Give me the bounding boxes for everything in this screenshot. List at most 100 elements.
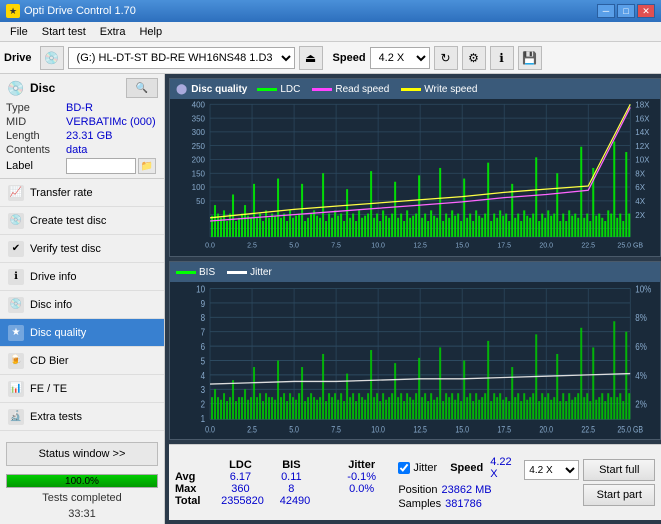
nav-extra-tests[interactable]: 🔬 Extra tests <box>0 403 164 431</box>
svg-text:7: 7 <box>201 327 205 338</box>
svg-text:2.5: 2.5 <box>247 425 257 435</box>
window-controls: ─ □ ✕ <box>597 4 655 18</box>
svg-text:10%: 10% <box>635 283 651 294</box>
svg-text:6: 6 <box>201 341 205 352</box>
svg-text:18X: 18X <box>635 100 650 109</box>
disc-type-row: Type BD-R <box>6 102 158 114</box>
jitter-checkbox[interactable] <box>398 462 410 474</box>
settings-button[interactable]: ⚙ <box>462 46 486 70</box>
svg-text:100: 100 <box>192 183 206 192</box>
svg-text:1: 1 <box>201 413 205 424</box>
svg-text:2.5: 2.5 <box>247 240 257 249</box>
position-value: 23862 MB <box>441 484 491 496</box>
app-title: Opti Drive Control 1.70 <box>24 5 136 17</box>
total-ldc: 2355820 <box>215 495 270 507</box>
nav-label-drive-info: Drive info <box>30 271 76 283</box>
create-test-disc-icon: 💿 <box>8 213 24 229</box>
menu-extra[interactable]: Extra <box>94 24 132 40</box>
nav-fe-te[interactable]: 📊 FE / TE <box>0 375 164 403</box>
label-input[interactable] <box>66 158 136 174</box>
svg-text:25.0 GB: 25.0 GB <box>617 240 643 249</box>
time-display: 33:31 <box>0 508 164 520</box>
nav-disc-quality[interactable]: ★ Disc quality <box>0 319 164 347</box>
menu-help[interactable]: Help <box>133 24 168 40</box>
disc-scan-icon[interactable]: 🔍 <box>126 78 158 98</box>
minimize-button[interactable]: ─ <box>597 4 615 18</box>
svg-text:8X: 8X <box>635 169 645 178</box>
app-icon: ★ <box>6 4 20 18</box>
fe-te-icon: 📊 <box>8 381 24 397</box>
buttons-section: 4.2 X Start full Start part <box>524 459 655 506</box>
refresh-button[interactable]: ↻ <box>434 46 458 70</box>
nav-verify-test-disc[interactable]: ✔ Verify test disc <box>0 235 164 263</box>
nav-label-fe-te: FE / TE <box>30 383 67 395</box>
svg-text:0.0: 0.0 <box>205 240 215 249</box>
samples-label: Samples <box>398 498 441 510</box>
svg-text:350: 350 <box>192 114 206 123</box>
eject-button[interactable]: ⏏ <box>299 46 323 70</box>
drive-icon-btn[interactable]: 💿 <box>40 46 64 70</box>
disc-contents-row: Contents data <box>6 144 158 156</box>
nav-transfer-rate[interactable]: 📈 Transfer rate <box>0 179 164 207</box>
mid-value: VERBATIMc (000) <box>66 116 158 128</box>
svg-text:10: 10 <box>196 283 205 294</box>
top-chart-body: 400 350 300 250 200 150 100 50 18X 16X 1… <box>170 99 660 256</box>
label-browse-button[interactable]: 📁 <box>138 158 156 174</box>
nav-cd-bier[interactable]: 🍺 CD Bier <box>0 347 164 375</box>
status-window-button[interactable]: Status window >> <box>6 442 158 466</box>
maximize-button[interactable]: □ <box>617 4 635 18</box>
label-field-label: Label <box>6 160 66 172</box>
disc-section: 💿 Disc 🔍 Type BD-R MID VERBATIMc (000) L… <box>0 74 164 179</box>
avg-ldc: 6.17 <box>214 471 267 483</box>
top-chart-svg: 400 350 300 250 200 150 100 50 18X 16X 1… <box>170 99 660 256</box>
svg-text:14X: 14X <box>635 128 650 137</box>
transfer-rate-icon: 📈 <box>8 185 24 201</box>
svg-text:22.5: 22.5 <box>581 425 595 435</box>
nav-drive-info[interactable]: ℹ Drive info <box>0 263 164 291</box>
menu-file[interactable]: File <box>4 24 34 40</box>
svg-text:15.0: 15.0 <box>455 425 469 435</box>
svg-text:150: 150 <box>192 169 206 178</box>
drive-select[interactable]: (G:) HL-DT-ST BD-RE WH16NS48 1.D3 <box>68 47 295 69</box>
progress-section: 100.0% <box>6 474 158 488</box>
start-full-button[interactable]: Start full <box>583 459 655 481</box>
speed-select-toolbar[interactable]: 4.2 X <box>370 47 430 69</box>
svg-text:300: 300 <box>192 128 206 137</box>
svg-text:7.5: 7.5 <box>331 240 341 249</box>
info-button[interactable]: ℹ <box>490 46 514 70</box>
legend-ldc: LDC <box>257 84 300 95</box>
svg-text:10.0: 10.0 <box>371 425 385 435</box>
total-bis: 42490 <box>270 495 320 507</box>
length-label: Length <box>6 130 66 142</box>
bottom-chart: BIS Jitter <box>169 261 661 440</box>
mid-label: MID <box>6 116 66 128</box>
top-chart: ⬤ Disc quality LDC Read speed Write spee… <box>169 78 661 257</box>
svg-text:16X: 16X <box>635 114 650 123</box>
svg-text:20.0: 20.0 <box>539 425 553 435</box>
drive-info-icon: ℹ <box>8 269 24 285</box>
svg-text:8: 8 <box>201 312 205 323</box>
top-chart-icon: ⬤ <box>176 84 187 95</box>
max-jitter: 0.0% <box>335 483 388 495</box>
samples-value: 381786 <box>445 498 482 510</box>
menu-start-test[interactable]: Start test <box>36 24 92 40</box>
svg-text:9: 9 <box>201 298 205 309</box>
disc-label-row: Label 📁 <box>6 158 158 174</box>
speed-select-small[interactable]: 4.2 X <box>524 460 579 480</box>
verify-test-disc-icon: ✔ <box>8 241 24 257</box>
start-part-button[interactable]: Start part <box>583 484 655 506</box>
legend-write-speed: Write speed <box>401 84 477 95</box>
svg-text:2%: 2% <box>635 399 647 410</box>
disc-quality-icon: ★ <box>8 325 24 341</box>
svg-text:250: 250 <box>192 142 206 151</box>
save-button[interactable]: 💾 <box>518 46 542 70</box>
svg-text:25.0 GB: 25.0 GB <box>617 425 643 435</box>
legend-bis: BIS <box>176 267 215 278</box>
nav-disc-info[interactable]: 💿 Disc info <box>0 291 164 319</box>
svg-text:8%: 8% <box>635 312 647 323</box>
avg-jitter: -0.1% <box>335 471 388 483</box>
svg-text:22.5: 22.5 <box>581 240 595 249</box>
speed-col-value: 4.22 X <box>490 456 518 480</box>
nav-create-test-disc[interactable]: 💿 Create test disc <box>0 207 164 235</box>
close-button[interactable]: ✕ <box>637 4 655 18</box>
